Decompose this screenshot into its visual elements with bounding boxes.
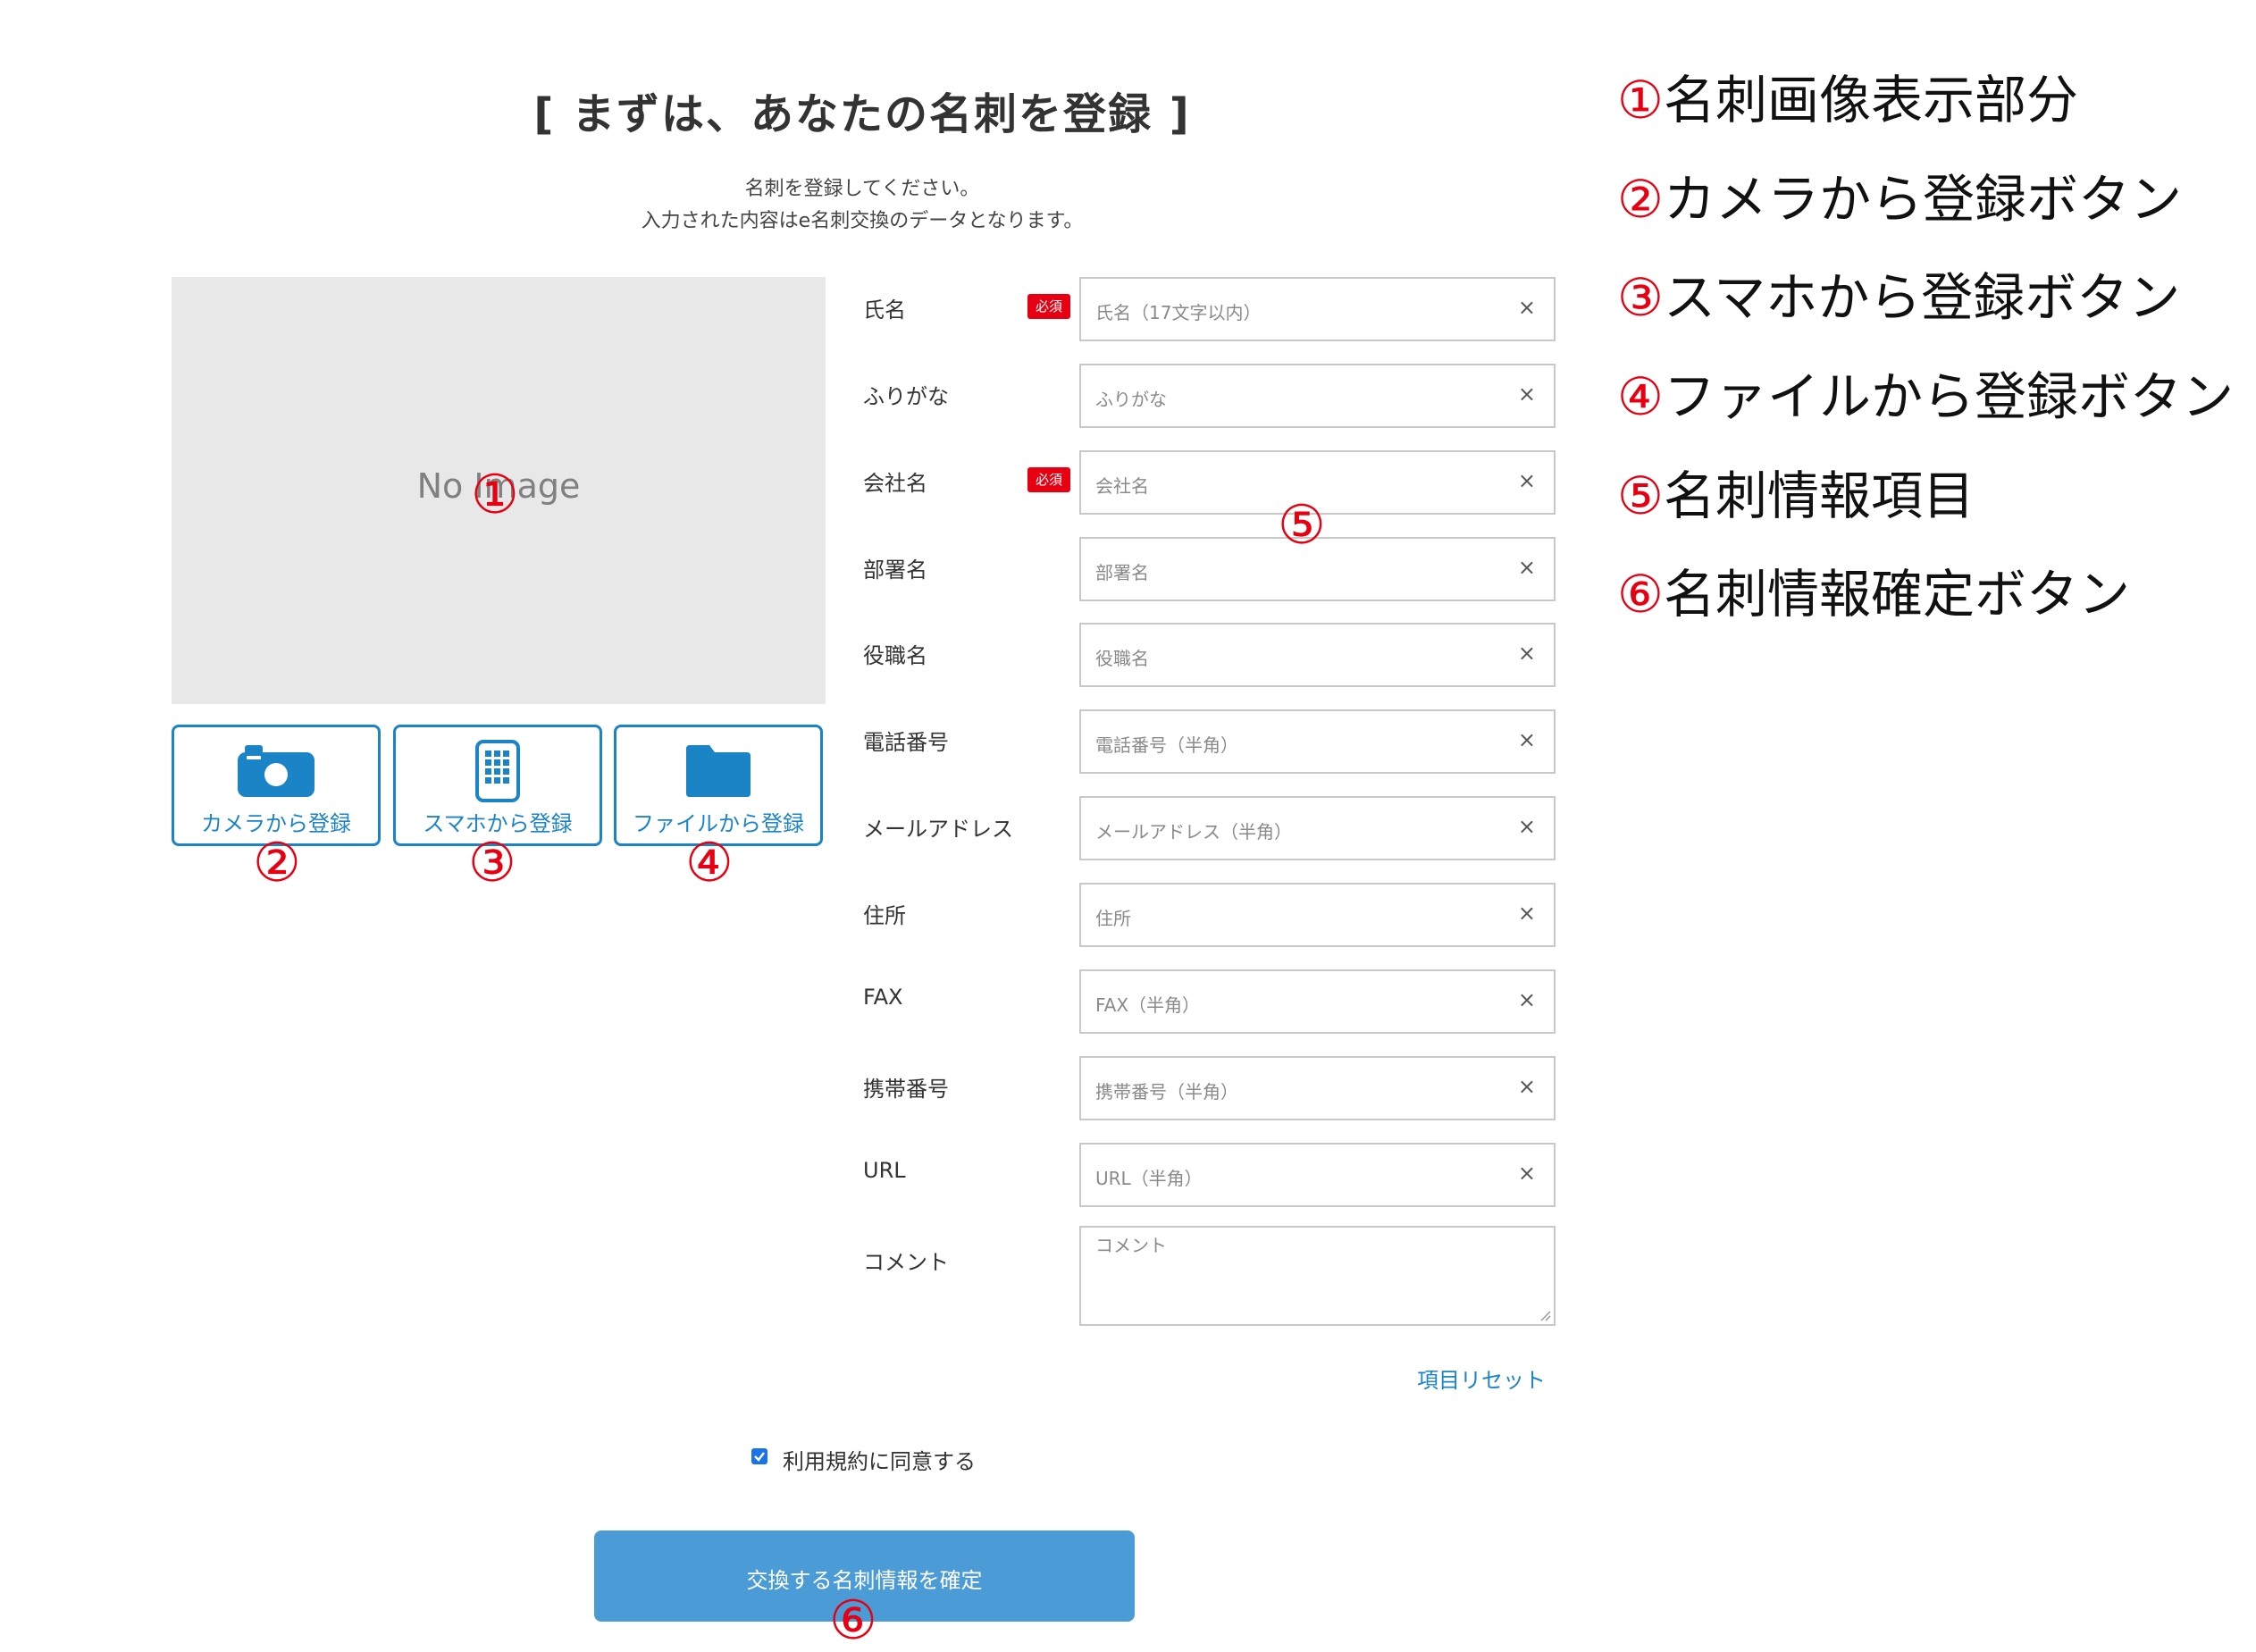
- legend-item-3: ③スマホから登録ボタン: [1617, 272, 2180, 323]
- field-label-mobile: 携帯番号: [863, 1077, 949, 1102]
- clear-icon[interactable]: ×: [1518, 295, 1536, 320]
- legend-number: ①: [1617, 70, 1664, 130]
- phone-input[interactable]: 電話番号（半角） ×: [1079, 709, 1556, 774]
- reset-fields-link[interactable]: 項目リセット: [1417, 1363, 1546, 1394]
- annotation-marker-1: ①: [471, 464, 519, 526]
- company-input-placeholder: 会社名: [1095, 475, 1149, 497]
- intro-line-2: 入力された内容はe名刺交換のデータとなります。: [641, 210, 1084, 232]
- smartphone-icon: [475, 740, 520, 806]
- name-input[interactable]: 氏名（17文字以内） ×: [1079, 277, 1556, 341]
- comment-placeholder: コメント: [1095, 1235, 1167, 1256]
- field-label-company: 会社名: [863, 471, 927, 496]
- resize-handle-icon[interactable]: [1539, 1309, 1551, 1321]
- field-label-position: 役職名: [863, 643, 927, 668]
- department-input-placeholder: 部署名: [1095, 562, 1149, 583]
- legend-text: 名刺画像表示部分: [1664, 70, 2079, 130]
- smartphone-register-button[interactable]: スマホから登録: [393, 725, 602, 846]
- field-label-furigana: ふりがな: [863, 384, 949, 409]
- position-input-placeholder: 役職名: [1095, 648, 1149, 669]
- annotation-marker-2: ②: [253, 832, 301, 894]
- legend-item-2: ②カメラから登録ボタン: [1617, 173, 2182, 225]
- clear-icon[interactable]: ×: [1518, 814, 1536, 839]
- legend-item-4: ④ファイルから登録ボタン: [1617, 371, 2234, 423]
- legend-number: ⑤: [1617, 465, 1664, 526]
- field-label-name: 氏名: [863, 298, 906, 323]
- legend-number: ②: [1617, 169, 1664, 230]
- fax-input[interactable]: FAX（半角） ×: [1079, 969, 1556, 1034]
- comment-textarea[interactable]: コメント: [1079, 1226, 1556, 1326]
- terms-checkbox[interactable]: [751, 1448, 767, 1464]
- legend-text: カメラから登録ボタン: [1664, 169, 2183, 230]
- fax-input-placeholder: FAX（半角）: [1095, 994, 1201, 1016]
- terms-label: 利用規約に同意する: [783, 1449, 976, 1474]
- required-badge: 必須: [1027, 467, 1070, 492]
- legend-text: ファイルから登録ボタン: [1664, 366, 2235, 427]
- camera-icon: [238, 745, 314, 801]
- clear-icon[interactable]: ×: [1518, 987, 1536, 1012]
- url-input[interactable]: URL（半角） ×: [1079, 1143, 1556, 1207]
- legend-item-1: ①名刺画像表示部分: [1617, 74, 2078, 126]
- check-icon: [754, 1452, 765, 1462]
- legend-number: ⑥: [1617, 564, 1664, 625]
- annotation-marker-6: ⑥: [829, 1589, 877, 1652]
- field-label-fax: FAX: [863, 985, 903, 1010]
- intro-line-1: 名刺を登録してください。: [744, 178, 980, 200]
- furigana-input[interactable]: ふりがな ×: [1079, 364, 1556, 428]
- field-label-department: 部署名: [863, 558, 927, 583]
- annotation-marker-5: ⑤: [1278, 494, 1326, 557]
- clear-icon[interactable]: ×: [1518, 641, 1536, 666]
- legend-text: 名刺情報確定ボタン: [1664, 564, 2131, 625]
- annotation-marker-3: ③: [468, 832, 516, 894]
- clear-icon[interactable]: ×: [1518, 1074, 1536, 1099]
- field-label-url: URL: [863, 1158, 906, 1183]
- email-input[interactable]: メールアドレス（半角） ×: [1079, 796, 1556, 860]
- legend-item-6: ⑥名刺情報確定ボタン: [1617, 568, 2130, 620]
- field-label-address: 住所: [863, 903, 906, 928]
- clear-icon[interactable]: ×: [1518, 555, 1536, 580]
- mobile-input[interactable]: 携帯番号（半角） ×: [1079, 1056, 1556, 1120]
- legend-text: スマホから登録ボタン: [1664, 267, 2181, 328]
- file-register-button[interactable]: ファイルから登録: [614, 725, 823, 846]
- field-label-email: メールアドレス: [863, 817, 1013, 842]
- address-input-placeholder: 住所: [1095, 908, 1131, 929]
- annotation-marker-4: ④: [685, 832, 734, 894]
- folder-icon: [686, 745, 751, 801]
- camera-register-button[interactable]: カメラから登録: [172, 725, 381, 846]
- name-input-placeholder: 氏名（17文字以内）: [1095, 302, 1262, 323]
- clear-icon[interactable]: ×: [1518, 901, 1536, 926]
- mobile-input-placeholder: 携帯番号（半角）: [1095, 1081, 1238, 1103]
- legend-text: 名刺情報項目: [1664, 465, 1975, 526]
- legend-item-5: ⑤名刺情報項目: [1617, 470, 1975, 522]
- field-label-comment: コメント: [863, 1250, 949, 1275]
- legend-number: ④: [1617, 366, 1664, 427]
- legend-number: ③: [1617, 267, 1664, 328]
- furigana-input-placeholder: ふりがな: [1095, 389, 1167, 410]
- required-badge: 必須: [1027, 294, 1070, 319]
- phone-input-placeholder: 電話番号（半角）: [1095, 734, 1238, 756]
- position-input[interactable]: 役職名 ×: [1079, 623, 1556, 687]
- page-title: [ まずは、あなたの名刺を登録 ]: [533, 89, 1191, 139]
- clear-icon[interactable]: ×: [1518, 727, 1536, 752]
- address-input[interactable]: 住所 ×: [1079, 883, 1556, 947]
- email-input-placeholder: メールアドレス（半角）: [1095, 821, 1292, 843]
- field-label-phone: 電話番号: [863, 730, 949, 755]
- clear-icon[interactable]: ×: [1518, 468, 1536, 493]
- url-input-placeholder: URL（半角）: [1095, 1168, 1203, 1189]
- clear-icon[interactable]: ×: [1518, 382, 1536, 407]
- clear-icon[interactable]: ×: [1518, 1161, 1536, 1186]
